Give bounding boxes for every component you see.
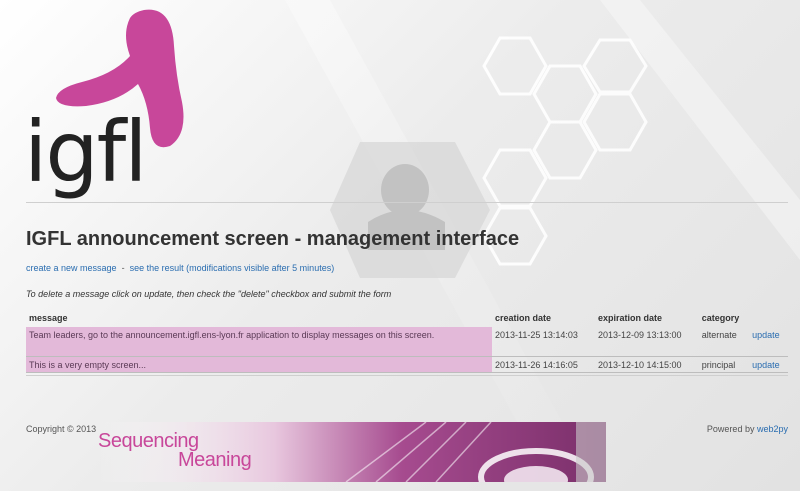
header-message: message	[29, 313, 68, 323]
copyright-text: Copyright © 2013	[26, 424, 97, 434]
header-creation-date: creation date	[495, 313, 552, 323]
create-message-link[interactable]: create a new message	[26, 263, 117, 273]
table-row: This is a very empty screen... 2013-11-2…	[26, 356, 788, 373]
message-cell: Team leaders, go to the announcement.igf…	[26, 327, 492, 357]
banner-text-line2: Meaning	[178, 449, 252, 471]
link-separator: -	[121, 263, 125, 273]
delete-instruction: To delete a message click on update, the…	[26, 289, 392, 299]
see-result-label: see the result	[129, 263, 184, 273]
see-result-note: (modifications visible after 5 minutes)	[186, 263, 335, 273]
powered-prefix: Powered by	[706, 424, 755, 434]
powered-by: Powered by web2py	[707, 424, 788, 434]
expiration-date-cell: 2013-12-10 14:15:00	[594, 356, 699, 373]
creation-date-cell: 2013-11-25 13:14:03	[492, 327, 595, 357]
messages-table: message creation date expiration date ca…	[26, 309, 788, 373]
header-action	[749, 309, 788, 327]
action-cell: update	[749, 356, 788, 373]
table-header-row: message creation date expiration date ca…	[26, 309, 788, 327]
update-link[interactable]: update	[752, 330, 780, 340]
category-cell: alternate	[698, 327, 750, 357]
header-divider	[26, 202, 788, 203]
update-link[interactable]: update	[752, 360, 780, 370]
web2py-link[interactable]: web2py	[757, 424, 788, 434]
category-cell: principal	[698, 356, 750, 373]
action-links: create a new message - see the result (m…	[26, 263, 334, 273]
action-cell: update	[749, 327, 788, 357]
header-category: category	[701, 313, 740, 323]
creation-date-cell: 2013-11-26 14:16:05	[492, 356, 595, 373]
page-title: IGFL announcement screen - management in…	[26, 228, 520, 250]
see-result-link[interactable]: see the result (modifications visible af…	[130, 263, 335, 273]
expiration-date-cell: 2013-12-09 13:13:00	[594, 327, 699, 357]
footer-divider	[26, 375, 788, 376]
logo-text: igfl	[24, 103, 148, 201]
message-cell: This is a very empty screen...	[26, 356, 492, 373]
header-expiration-date: expiration date	[597, 313, 662, 323]
table-row: Team leaders, go to the announcement.igf…	[26, 327, 788, 357]
